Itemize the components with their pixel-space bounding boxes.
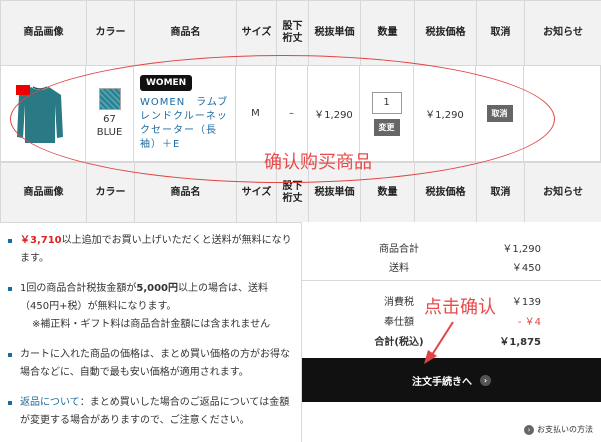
total-value: ￥1,875	[499, 337, 541, 348]
col-notice: お知らせ	[524, 0, 601, 66]
quantity-input[interactable]: 1	[371, 91, 402, 114]
col-color: カラー	[86, 162, 135, 223]
item-name-cell: WOMEN WOMEN ラムブレンドクルーネックセーター（長袖）＋E	[134, 65, 236, 162]
returns-link[interactable]: 返品について	[20, 397, 80, 408]
note-text: カートに入れた商品の価格は、まとめ買い価格の方がお得な場合などに、自動で最も安い…	[20, 349, 290, 378]
subtotal-value: ￥1,290	[502, 244, 541, 255]
col-inseam: 股下 裄丈	[276, 0, 309, 66]
col-price: 税抜価格	[414, 162, 477, 223]
payment-methods-label: お支払いの方法	[537, 425, 593, 434]
col-image: 商品画像	[0, 0, 87, 66]
note-threshold: 1回の商品合計税抜金額が5,000円以上の場合は、送料（450円+税）が無料にな…	[8, 280, 293, 334]
discount-value: - ￥4	[517, 317, 541, 328]
col-name: 商品名	[134, 0, 237, 66]
col-image: 商品画像	[0, 162, 87, 223]
note-free-shipping: ￥3,710以上追加でお買い上げいただくと送料が無料になります。	[8, 232, 293, 268]
cancel-item-button[interactable]: 取消	[486, 105, 513, 122]
item-notice-cell	[524, 65, 601, 162]
tax-value: ￥139	[511, 297, 541, 308]
summary-divider	[302, 280, 601, 281]
women-badge: WOMEN	[140, 75, 193, 91]
shipping-label: 送料	[389, 263, 409, 274]
subtotal-label: 商品合計	[379, 244, 419, 255]
col-size: サイズ	[236, 0, 277, 66]
chevron-right-icon: ›	[524, 424, 534, 435]
col-cancel: 取消	[476, 0, 525, 66]
item-image-cell	[0, 65, 86, 162]
note-remaining-amount: ￥3,710	[20, 235, 62, 246]
annotation-arrow-icon	[424, 321, 454, 364]
cart-header-top: 商品画像 カラー 商品名 サイズ 股下 裄丈 税抜単価 数量 税抜価格 取消 お…	[0, 0, 601, 66]
uniqlo-logo-icon	[16, 85, 30, 95]
note-returns: 返品について：まとめ買いした場合のご返品については金額が変更する場合がありますの…	[8, 394, 293, 430]
checkout-label: 注文手続きへ	[412, 376, 472, 388]
col-cancel: 取消	[476, 162, 525, 223]
color-name: BLUE	[96, 127, 123, 138]
update-quantity-button[interactable]: 変更	[373, 118, 400, 136]
item-color-cell: 67 BLUE	[86, 65, 134, 162]
note-price-rule: カートに入れた商品の価格は、まとめ買い価格の方がお得な場合などに、自動で最も安い…	[8, 346, 293, 382]
col-quantity: 数量	[360, 0, 415, 66]
item-cancel-cell: 取消	[476, 65, 524, 162]
shipping-value: ￥450	[511, 263, 541, 274]
note-text: 以上追加でお買い上げいただくと送料が無料になります。	[20, 235, 292, 264]
annotation-confirm-text: 确认购买商品	[264, 152, 372, 173]
col-unit-price: 税抜単価	[308, 0, 361, 66]
shipping-notes: ￥3,710以上追加でお買い上げいただくと送料が無料になります。 1回の商品合計…	[0, 222, 302, 442]
product-name-link[interactable]: WOMEN ラムブレンドクルーネックセーター（長袖）＋E	[140, 96, 231, 152]
color-swatch-icon	[98, 88, 121, 110]
color-code: 67	[103, 114, 116, 125]
col-price: 税抜価格	[414, 0, 477, 66]
item-price: ￥1,290	[414, 65, 476, 162]
note-text: 1回の商品合計税抜金額が	[20, 283, 137, 294]
col-notice: お知らせ	[524, 162, 601, 223]
chevron-right-icon: ›	[480, 374, 491, 386]
annotation-click-text: 点击确认	[424, 297, 496, 318]
col-color: カラー	[86, 0, 135, 66]
col-name: 商品名	[134, 162, 237, 223]
payment-methods-link[interactable]: › お支払いの方法	[524, 424, 593, 435]
note-subtext: ※補正料・ギフト料は商品合計金額には含まれません	[32, 319, 271, 330]
note-threshold-amount: 5,000円	[136, 283, 179, 294]
